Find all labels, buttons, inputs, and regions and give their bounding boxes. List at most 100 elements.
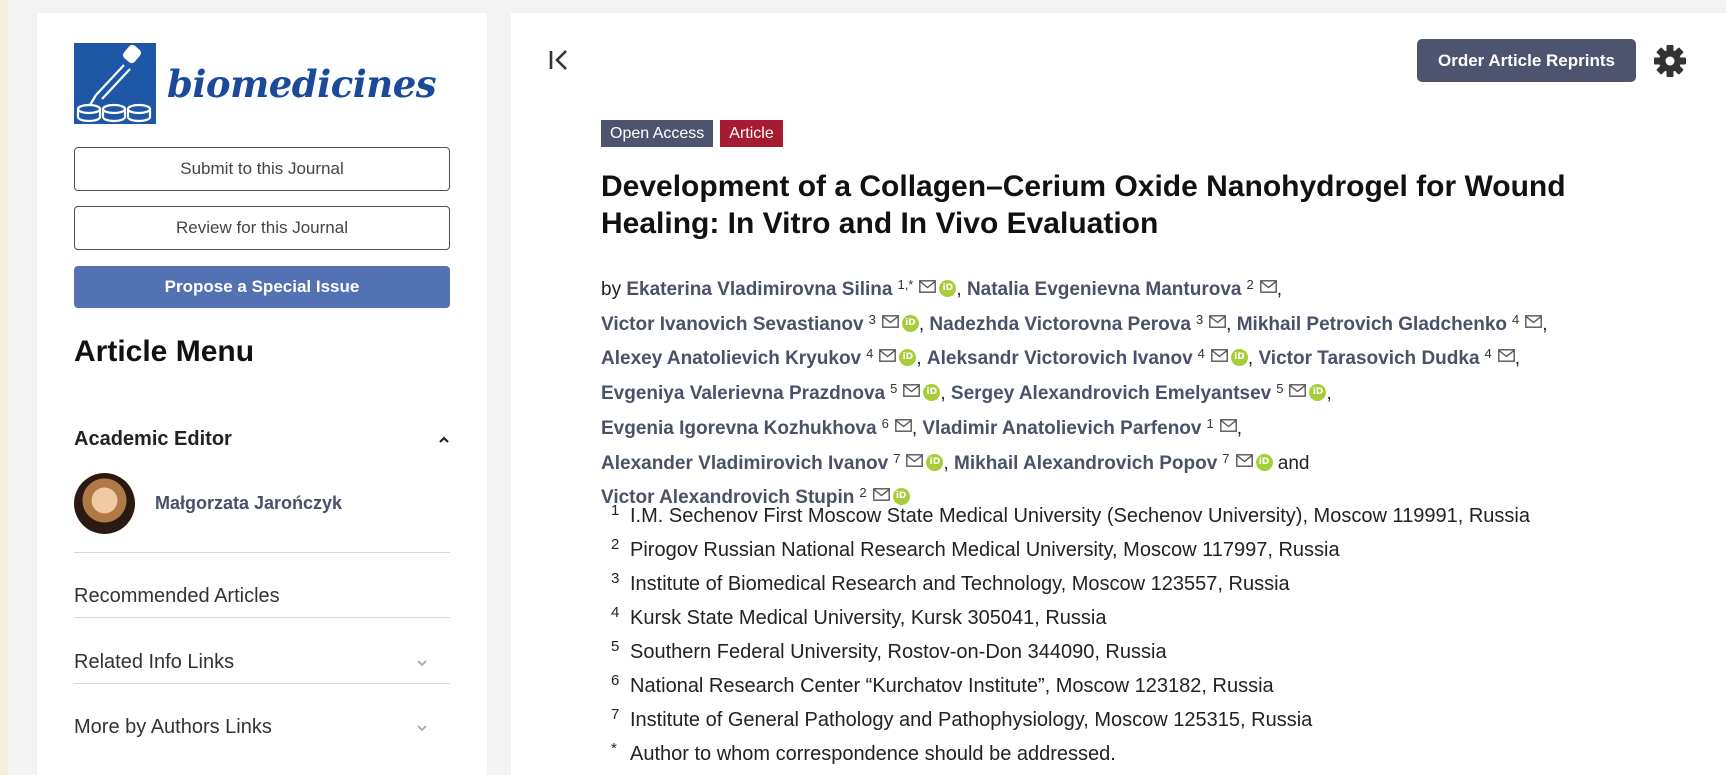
article-type-badge: Article — [720, 120, 783, 147]
propose-special-issue-button[interactable]: Propose a Special Issue — [74, 266, 450, 308]
email-icon[interactable] — [906, 447, 924, 467]
orcid-icon[interactable]: iD — [1255, 453, 1273, 471]
submit-button[interactable]: Submit to this Journal — [74, 147, 450, 191]
author-link[interactable]: Ekaterina Vladimirovna Silina — [626, 279, 892, 300]
email-icon[interactable] — [894, 412, 912, 432]
article-menu-title: Article Menu — [74, 335, 255, 368]
affiliation-superscript: 4 — [1512, 311, 1520, 327]
orcid-icon[interactable]: iD — [1230, 349, 1248, 367]
orcid-icon[interactable]: iD — [899, 349, 917, 367]
and-label: and — [1277, 452, 1310, 474]
affiliation-superscript: 2 — [1246, 277, 1254, 292]
affiliation-row: 3 Institute of Biomedical Research and Te… — [611, 570, 1661, 607]
affiliation-text: Author to whom correspondence should be … — [630, 743, 1116, 765]
affiliation-text: Southern Federal University, Rostov-on-D… — [630, 641, 1167, 663]
chevron-down-icon — [417, 724, 427, 731]
email-icon[interactable] — [1219, 412, 1237, 432]
orcid-icon[interactable]: iD — [923, 384, 941, 402]
recommended-articles-link[interactable]: Recommended Articles — [74, 585, 450, 608]
email-icon[interactable] — [903, 377, 921, 398]
affiliation-list: 1 I.M. Sechenov First Moscow State Medica… — [611, 502, 1661, 775]
affiliation-row: 1 I.M. Sechenov First Moscow State Medica… — [611, 502, 1661, 539]
email-icon[interactable] — [881, 308, 899, 328]
pipette-logo-icon — [74, 43, 156, 124]
author-link[interactable]: Victor Tarasovich Dudka — [1258, 348, 1479, 369]
affiliation-superscript: 3 — [868, 311, 876, 327]
related-info-links-toggle[interactable]: Related Info Links — [74, 651, 450, 674]
link-label: Related Info Links — [74, 651, 235, 673]
affiliation-number: 1 — [611, 502, 620, 519]
affiliation-superscript: 4 — [1484, 346, 1492, 362]
divider — [74, 617, 450, 618]
email-icon[interactable] — [1497, 342, 1515, 363]
editor-card[interactable]: Małgorzata Jarończyk — [74, 473, 342, 534]
avatar — [74, 473, 135, 534]
email-icon[interactable] — [1525, 308, 1543, 328]
affiliation-superscript: 7 — [893, 450, 901, 466]
email-icon[interactable] — [879, 342, 897, 363]
chevron-up-icon — [439, 435, 449, 443]
orcid-icon[interactable]: iD — [939, 280, 957, 297]
author-link[interactable]: Nadezhda Victorovna Perova — [929, 314, 1191, 335]
link-label: Recommended Articles — [74, 585, 280, 607]
orcid-icon[interactable]: iD — [901, 314, 919, 332]
orcid-icon[interactable]: iD — [926, 453, 944, 471]
link-label: More by Authors Links — [74, 716, 272, 738]
author-link[interactable]: Natalia Evgenievna Manturova — [967, 279, 1242, 300]
academic-editor-toggle[interactable]: Academic Editor — [74, 428, 450, 451]
author-link[interactable]: Evgeniya Valerievna Prazdnova — [601, 383, 885, 404]
affiliation-row: * Author to whom correspondence should be… — [611, 740, 1661, 775]
author-list: by Ekaterina Vladimirovna Silina 1,* iD, N… — [601, 270, 1651, 513]
orcid-icon[interactable]: iD — [1309, 384, 1327, 402]
journal-name: biomedicines — [167, 61, 437, 106]
chevron-down-icon — [417, 659, 427, 666]
affiliation-superscript: 1 — [1206, 415, 1214, 431]
collapse-sidebar-icon[interactable] — [547, 48, 571, 72]
author-link[interactable]: Alexey Anatolievich Kryukov — [601, 348, 861, 369]
affiliation-superscript: 4 — [1197, 346, 1205, 362]
author-link[interactable]: Alexander Vladimirovich Ivanov — [601, 453, 888, 474]
journal-logo[interactable]: biomedicines — [74, 43, 437, 124]
email-icon[interactable] — [872, 481, 890, 502]
open-access-badge[interactable]: Open Access — [601, 120, 714, 147]
affiliation-superscript: 2 — [859, 485, 867, 501]
email-icon[interactable] — [919, 273, 937, 293]
email-icon[interactable] — [1235, 447, 1253, 467]
author-link[interactable]: Vladimir Anatolievich Parfenov — [922, 418, 1201, 439]
affiliation-text: Institute of General Pathology and Patho… — [630, 709, 1313, 731]
email-icon[interactable] — [1259, 273, 1277, 293]
affiliation-number: 5 — [611, 638, 620, 655]
article-panel: Order Article Reprints Open Access Artic… — [511, 13, 1726, 775]
gear-icon[interactable] — [1653, 44, 1687, 78]
affiliation-row: 7 Institute of General Pathology and Path… — [611, 706, 1661, 743]
review-button[interactable]: Review for this Journal — [74, 206, 450, 250]
affiliation-number: 7 — [611, 706, 620, 723]
editor-name: Małgorzata Jarończyk — [155, 493, 343, 513]
affiliation-superscript: 7 — [1222, 450, 1230, 466]
email-icon[interactable] — [1289, 377, 1307, 398]
affiliation-text: Institute of Biomedical Research and Tec… — [630, 573, 1290, 595]
author-link[interactable]: Mikhail Petrovich Gladchenko — [1237, 314, 1507, 335]
author-link[interactable]: Sergey Alexandrovich Emelyantsev — [951, 383, 1271, 404]
order-reprints-button[interactable]: Order Article Reprints — [1417, 39, 1636, 82]
affiliation-text: Pirogov Russian National Research Medica… — [630, 539, 1340, 561]
email-icon[interactable] — [1209, 308, 1227, 328]
author-link[interactable]: Mikhail Alexandrovich Popov — [954, 453, 1217, 474]
article-tags: Open Access Article — [601, 120, 783, 147]
affiliation-number: 6 — [611, 672, 620, 689]
affiliation-superscript: 3 — [1195, 311, 1204, 327]
more-by-authors-toggle[interactable]: More by Authors Links — [74, 716, 450, 739]
affiliation-row: 2 Pirogov Russian National Research Medic… — [611, 536, 1661, 573]
divider — [74, 683, 450, 684]
divider — [74, 552, 450, 553]
email-icon[interactable] — [1211, 342, 1228, 363]
author-link[interactable]: Evgenia Igorevna Kozhukhova — [601, 418, 877, 439]
affiliation-number: 4 — [611, 604, 620, 621]
orcid-icon[interactable]: iD — [892, 488, 910, 506]
author-link[interactable]: Victor Ivanovich Sevastianov — [601, 314, 864, 335]
affiliation-text: Kursk State Medical University, Kursk 30… — [630, 607, 1107, 629]
affiliation-superscript: 5 — [1276, 381, 1284, 397]
article-title: Development of a Collagen–Cerium Oxide N… — [601, 170, 1566, 240]
author-link[interactable]: Aleksandr Victorovich Ivanov — [927, 348, 1193, 369]
affiliation-text: I.M. Sechenov First Moscow State Medical… — [630, 505, 1530, 527]
